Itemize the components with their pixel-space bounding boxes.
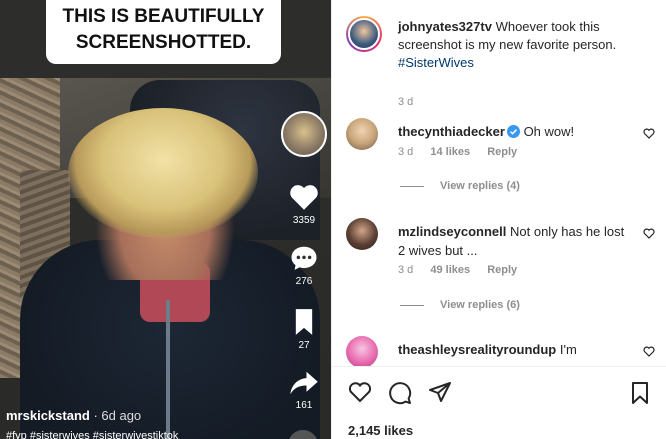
- tiktok-share-stat[interactable]: 161: [280, 370, 328, 411]
- view-replies-button[interactable]: View replies (4): [400, 180, 520, 192]
- tiktok-comment-stat[interactable]: 276: [280, 244, 328, 287]
- comment-reply-button[interactable]: Reply: [487, 146, 517, 158]
- comment-body: theashleysrealityroundup I'm: [398, 340, 628, 359]
- video-caption-line2: SCREENSHOTTED.: [75, 32, 252, 53]
- comment-like-heart-icon[interactable]: [643, 128, 655, 139]
- tiktok-username-line: mrskickstand · 6d ago: [6, 408, 141, 423]
- post-hashtag-link[interactable]: #SisterWives: [398, 55, 474, 70]
- comment-likes[interactable]: 14 likes: [430, 146, 470, 158]
- post-author-avatar[interactable]: [346, 16, 382, 52]
- comment-age: 3 d: [398, 264, 414, 276]
- post-likes-count[interactable]: 2,145 likes: [348, 423, 413, 438]
- comment-likes[interactable]: 49 likes: [430, 264, 470, 276]
- share-arrow-icon: [290, 371, 318, 395]
- post-author-username[interactable]: johnyates327tv: [398, 19, 492, 34]
- comment-like-heart-icon[interactable]: [643, 346, 655, 357]
- tiktok-comment-count: 276: [295, 276, 313, 287]
- comment-username[interactable]: mzlindseyconnell: [398, 224, 506, 239]
- heart-icon: [290, 185, 318, 210]
- view-replies-button[interactable]: View replies (6): [400, 299, 520, 311]
- tiktok-creator-avatar[interactable]: [281, 111, 327, 157]
- tiktok-like-count: 3359: [292, 215, 316, 226]
- comment-like-heart-icon[interactable]: [643, 228, 655, 239]
- tiktok-save-count: 27: [298, 340, 310, 351]
- tiktok-hashtags: #fyp #sisterwives #sisterwivestiktok: [6, 430, 179, 439]
- comment-reply-button[interactable]: Reply: [487, 264, 517, 276]
- comment-avatar[interactable]: [346, 118, 378, 150]
- tiktok-post-age: · 6d ago: [93, 408, 142, 423]
- comment-text: I'm: [559, 342, 577, 357]
- comment-bubble-icon: [291, 246, 317, 270]
- post-age: 3 d: [398, 96, 414, 108]
- comment-body: thecynthiadecker Oh wow!: [398, 122, 628, 141]
- bookmark-icon: [295, 309, 313, 335]
- tiktok-like-stat[interactable]: 3359: [280, 183, 328, 226]
- comment-username[interactable]: thecynthiadecker: [398, 124, 505, 139]
- share-direct-icon[interactable]: [428, 381, 452, 403]
- video-frame[interactable]: THIS IS BEAUTIFULLY SCREENSHOTTED. 3359 …: [0, 0, 331, 439]
- tiktok-save-stat[interactable]: 27: [280, 308, 328, 351]
- save-bookmark-icon[interactable]: [630, 381, 650, 405]
- comment-username[interactable]: theashleysrealityroundup: [398, 342, 556, 357]
- comment-body: mzlindseyconnell Not only has he lost 2 …: [398, 222, 628, 260]
- comment-meta: 3 d 49 likes Reply: [398, 264, 531, 276]
- video-caption-line1: THIS IS BEAUTIFULLY: [62, 6, 265, 27]
- post-caption: johnyates327tv Whoever took this screens…: [398, 18, 653, 72]
- hoodie-zipper: [166, 300, 170, 439]
- tiktok-share-count: 161: [295, 400, 313, 411]
- comment-text: Oh wow!: [523, 124, 575, 139]
- tiktok-username: mrskickstand: [6, 408, 90, 423]
- comment-avatar[interactable]: [346, 336, 378, 368]
- comment-icon[interactable]: [388, 381, 412, 405]
- comment-age: 3 d: [398, 146, 414, 158]
- comments-panel: johnyates327tv Whoever took this screens…: [331, 0, 666, 439]
- comment-avatar[interactable]: [346, 218, 378, 250]
- comment-meta: 3 d 14 likes Reply: [398, 146, 531, 158]
- verified-badge-icon: [506, 125, 520, 138]
- view-replies-label: View replies (4): [440, 180, 520, 192]
- like-heart-icon[interactable]: [348, 381, 372, 403]
- view-replies-label: View replies (6): [440, 299, 520, 311]
- video-caption-box: THIS IS BEAUTIFULLY SCREENSHOTTED.: [46, 0, 281, 64]
- person-hair: [68, 108, 258, 238]
- post-action-bar: 2,145 likes: [332, 366, 666, 439]
